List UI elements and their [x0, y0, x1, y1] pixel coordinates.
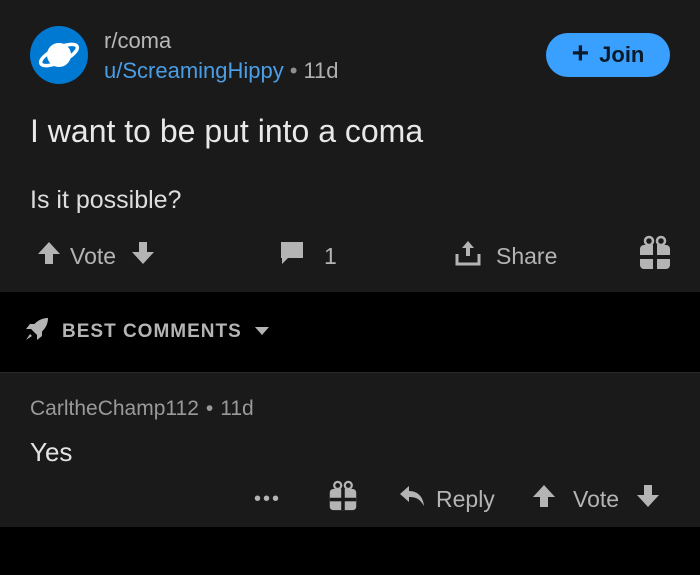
comment-card: CarltheChamp112 • 11d Yes ••• Reply Vote [0, 372, 700, 527]
post-body: Is it possible? [30, 186, 182, 214]
more-options-button[interactable]: ••• [254, 481, 281, 517]
post-meta: u/ScreamingHippy • 11d [104, 58, 339, 84]
comment-age: 11d [220, 397, 254, 420]
comment-sort-dropdown[interactable]: BEST COMMENTS [24, 316, 270, 348]
meta-separator: • [289, 58, 298, 83]
plus-icon: + [571, 36, 590, 70]
rocket-icon [24, 316, 50, 348]
arrow-down-icon[interactable] [130, 240, 156, 272]
gift-icon [638, 235, 672, 277]
comment-vote-control: Vote [531, 481, 661, 517]
comment-bubble-icon [278, 239, 306, 273]
comment-text: Yes [30, 437, 73, 467]
comment-count: 1 [324, 242, 337, 269]
more-icon: ••• [254, 487, 282, 510]
chevron-down-icon [254, 321, 270, 343]
join-button[interactable]: + Join [546, 33, 670, 77]
post-age: 11d [303, 58, 339, 83]
arrow-down-icon[interactable] [635, 483, 661, 515]
meta-separator: • [205, 397, 214, 420]
post-vote-control: Vote [36, 236, 156, 276]
award-button[interactable] [638, 235, 672, 277]
vote-label: Vote [70, 242, 117, 269]
post-card: r/coma u/ScreamingHippy • 11d + Join I wan… [0, 0, 700, 292]
subreddit-name[interactable]: r/coma [104, 28, 171, 54]
subreddit-avatar[interactable] [30, 26, 88, 84]
gift-icon [328, 480, 358, 518]
share-label: Share [496, 242, 558, 269]
vote-label: Vote [573, 485, 620, 512]
arrow-up-icon[interactable] [36, 240, 62, 272]
arrow-up-icon[interactable] [531, 483, 557, 515]
comments-button[interactable]: 1 [278, 236, 337, 276]
share-button[interactable]: Share [454, 236, 557, 276]
reply-button[interactable]: Reply [398, 481, 495, 517]
sort-label: BEST COMMENTS [62, 321, 242, 342]
post-title[interactable]: I want to be put into a coma [30, 113, 423, 150]
share-icon [454, 239, 482, 273]
comment-award-button[interactable] [328, 480, 358, 518]
comment-meta: CarltheChamp112 • 11d [30, 397, 254, 421]
join-label: Join [599, 42, 645, 67]
planet-icon [38, 42, 80, 68]
comment-author[interactable]: CarltheChamp112 [30, 397, 199, 420]
reply-label: Reply [436, 485, 495, 512]
reply-arrow-icon [398, 484, 426, 514]
post-author[interactable]: u/ScreamingHippy [104, 58, 284, 83]
